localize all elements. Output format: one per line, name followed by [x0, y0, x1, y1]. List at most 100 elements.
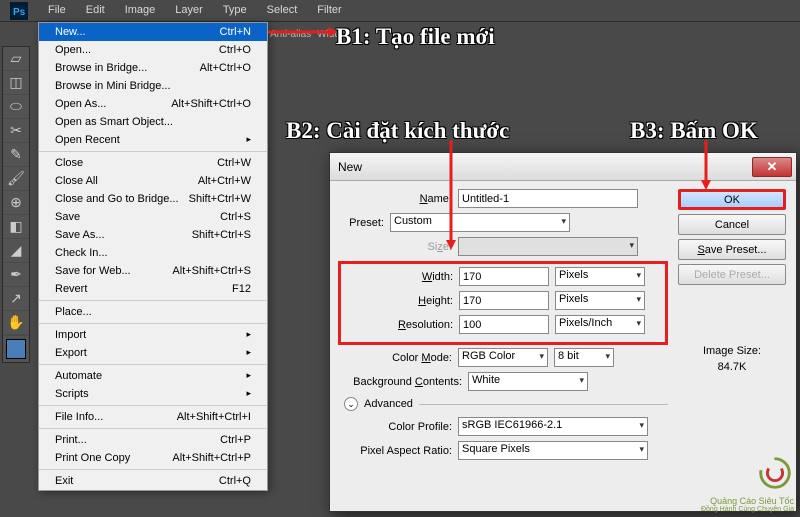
menu-filter[interactable]: Filter [307, 0, 351, 21]
bg-contents-label: Background Contents: [340, 376, 468, 388]
anti-alias-label: Anti-alias [270, 29, 311, 40]
save-preset-button[interactable]: Save Preset... [678, 239, 786, 260]
file-menu-item[interactable]: Open...Ctrl+O [39, 41, 267, 59]
eraser-tool-icon[interactable]: ◧ [3, 215, 29, 239]
menubar: Ps File Edit Image Layer Type Select Fil… [0, 0, 800, 22]
menu-edit[interactable]: Edit [76, 0, 115, 21]
resolution-input[interactable] [459, 315, 549, 334]
file-menu-item[interactable]: Scripts▸ [39, 385, 267, 403]
tools-panel: ▱ ◫ ⬭ ✂ ✎ 🖌 ⊕ ◧ ◢ ✒ ↗ ✋ [2, 46, 30, 363]
foreground-color[interactable] [6, 339, 26, 359]
file-menu-item[interactable]: Check In... [39, 244, 267, 262]
name-label: Name: [340, 193, 458, 205]
menu-separator [39, 364, 267, 365]
photoshop-icon: Ps [0, 0, 38, 22]
file-menu-item[interactable]: Automate▸ [39, 367, 267, 385]
move-tool-icon[interactable]: ▱ [3, 47, 29, 71]
file-menu-item[interactable]: Save for Web...Alt+Shift+Ctrl+S [39, 262, 267, 280]
par-combo[interactable]: Square Pixels [458, 441, 648, 460]
file-menu-item[interactable]: Browse in Mini Bridge... [39, 77, 267, 95]
height-input[interactable] [459, 291, 549, 310]
gradient-tool-icon[interactable]: ◢ [3, 239, 29, 263]
color-mode-combo[interactable]: RGB Color [458, 348, 548, 367]
menu-layer[interactable]: Layer [165, 0, 213, 21]
width-label: Width: [317, 29, 345, 40]
advanced-toggle[interactable]: ⌄ Advanced [344, 397, 668, 411]
menu-image[interactable]: Image [115, 0, 166, 21]
annotation-b3: B3: Bấm OK [630, 118, 758, 144]
pen-tool-icon[interactable]: ✒ [3, 263, 29, 287]
file-menu-item[interactable]: ExitCtrl+Q [39, 472, 267, 490]
menu-select[interactable]: Select [257, 0, 308, 21]
stamp-tool-icon[interactable]: ⊕ [3, 191, 29, 215]
file-menu-item[interactable]: Close AllAlt+Ctrl+W [39, 172, 267, 190]
file-menu-item[interactable]: CloseCtrl+W [39, 154, 267, 172]
color-mode-label: Color Mode: [340, 352, 458, 364]
name-input[interactable] [458, 189, 638, 208]
watermark: Quảng Cáo Siêu Tốc Đồng Hành Cùng Chuyên… [701, 454, 794, 513]
bg-contents-combo[interactable]: White [468, 372, 588, 391]
resolution-label: Resolution: [341, 319, 459, 331]
menu-type[interactable]: Type [213, 0, 257, 21]
file-menu-item[interactable]: Print...Ctrl+P [39, 431, 267, 449]
file-menu-item[interactable]: Export▸ [39, 344, 267, 362]
height-label: Height: [341, 295, 459, 307]
file-menu-item[interactable]: Print One CopyAlt+Shift+Ctrl+P [39, 449, 267, 467]
cancel-button[interactable]: Cancel [678, 214, 786, 235]
watermark-logo-icon [756, 454, 794, 492]
ok-button[interactable]: OK [678, 189, 786, 210]
resolution-unit-combo[interactable]: Pixels/Inch [555, 315, 645, 334]
file-menu-item[interactable]: SaveCtrl+S [39, 208, 267, 226]
delete-preset-button: Delete Preset... [678, 264, 786, 285]
menu-separator [39, 469, 267, 470]
annotation-b2: B2: Cài đặt kích thước [286, 118, 509, 144]
file-menu-item[interactable]: File Info...Alt+Shift+Ctrl+I [39, 408, 267, 426]
color-profile-combo[interactable]: sRGB IEC61966-2.1 [458, 417, 648, 436]
preset-combo[interactable]: Custom [390, 213, 570, 232]
close-icon[interactable]: ✕ [752, 157, 792, 177]
svg-text:Ps: Ps [13, 7, 26, 18]
file-menu-item[interactable]: Open As...Alt+Shift+Ctrl+O [39, 95, 267, 113]
color-profile-label: Color Profile: [340, 421, 458, 433]
file-menu-dropdown: New...Ctrl+NOpen...Ctrl+OBrowse in Bridg… [38, 22, 268, 491]
size-combo [458, 237, 638, 256]
file-menu-item[interactable]: Open as Smart Object... [39, 113, 267, 131]
file-menu-item[interactable]: Close and Go to Bridge...Shift+Ctrl+W [39, 190, 267, 208]
crop-tool-icon[interactable]: ✂ [3, 119, 29, 143]
hand-tool-icon[interactable]: ✋ [3, 311, 29, 335]
menu-file[interactable]: File [38, 0, 76, 21]
eyedropper-tool-icon[interactable]: ✎ [3, 143, 29, 167]
width-input[interactable] [459, 267, 549, 286]
path-tool-icon[interactable]: ↗ [3, 287, 29, 311]
image-size-readout: Image Size: 84.7K [678, 345, 786, 373]
marquee-tool-icon[interactable]: ◫ [3, 71, 29, 95]
menu-separator [39, 405, 267, 406]
width-label: Width: [341, 271, 459, 283]
menu-separator [39, 151, 267, 152]
annotation-b1: B1: Tạo file mới [336, 24, 495, 50]
chevron-down-icon: ⌄ [344, 397, 358, 411]
lasso-tool-icon[interactable]: ⬭ [3, 95, 29, 119]
file-menu-item[interactable]: Open Recent▸ [39, 131, 267, 149]
width-unit-combo[interactable]: Pixels [555, 267, 645, 286]
dialog-titlebar[interactable]: New ✕ [330, 153, 796, 181]
height-unit-combo[interactable]: Pixels [555, 291, 645, 310]
menu-separator [39, 323, 267, 324]
advanced-label: Advanced [364, 398, 413, 410]
file-menu-item[interactable]: New...Ctrl+N [39, 23, 267, 41]
file-menu-item[interactable]: Place... [39, 303, 267, 321]
file-menu-item[interactable]: Import▸ [39, 326, 267, 344]
dialog-title: New [334, 160, 752, 174]
file-menu-item[interactable]: Browse in Bridge...Alt+Ctrl+O [39, 59, 267, 77]
preset-label: Preset: [340, 217, 390, 229]
brush-tool-icon[interactable]: 🖌 [3, 167, 29, 191]
file-menu-item[interactable]: RevertF12 [39, 280, 267, 298]
tool-separator [3, 335, 29, 336]
color-depth-combo[interactable]: 8 bit [554, 348, 614, 367]
dimensions-highlight-box: Width: Pixels Height: Pixels Resolution:… [338, 261, 668, 345]
par-label: Pixel Aspect Ratio: [340, 445, 458, 457]
menu-separator [39, 300, 267, 301]
file-menu-item[interactable]: Save As...Shift+Ctrl+S [39, 226, 267, 244]
menu-separator [39, 428, 267, 429]
size-label: Size: [340, 241, 458, 253]
